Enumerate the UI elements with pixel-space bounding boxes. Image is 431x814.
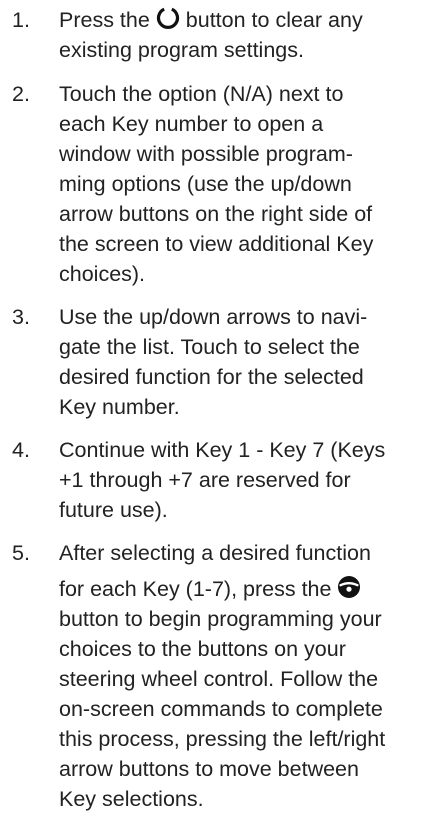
step-line: Continue with Key 1 - Key 7 (Keys: [59, 438, 386, 462]
step-line: Key number.: [59, 395, 180, 419]
step-2: 2. Touch the option (N/A) next to each K…: [0, 79, 431, 289]
step-3: 3. Use the up/down arrows to navi- gate …: [0, 302, 431, 422]
step-line: gate the list. Touch to select the: [59, 335, 360, 359]
step-line: Use the up/down arrows to navi-: [59, 305, 368, 329]
step-number: 1.: [12, 8, 30, 32]
step-1: 1. Press the button to clear any existin…: [0, 5, 431, 65]
step-line: desired function for the selected: [59, 365, 364, 389]
step-line: choices to the buttons on your: [59, 637, 346, 661]
step-line: +1 through +7 are reserved for: [59, 468, 351, 492]
steering-wheel-icon: [337, 575, 361, 599]
step-line: Touch the option (N/A) next to: [59, 82, 344, 106]
step-line: window with possible program-: [59, 142, 353, 166]
step-line: Press the button to clear any: [59, 6, 363, 32]
step-line: on-screen commands to complete: [59, 697, 383, 721]
step-line: each Key number to open a: [59, 112, 324, 136]
step-number: 5.: [12, 541, 30, 565]
step-line: button to begin programming your: [59, 607, 382, 631]
step-line: arrow buttons on the right side of: [59, 202, 373, 226]
instruction-list: 1. Press the button to clear any existin…: [0, 0, 431, 814]
step-number: 4.: [12, 438, 30, 462]
step-line: existing program settings.: [59, 38, 304, 62]
step-line: Key selections.: [59, 787, 204, 811]
step-line: ming options (use the up/down: [59, 172, 352, 196]
step-number: 2.: [12, 82, 30, 106]
step-5: 5. After selecting a desired function fo…: [0, 538, 431, 814]
step-line: steering wheel control. Follow the: [59, 667, 379, 691]
step-line: future use).: [59, 498, 168, 522]
step-line: choices).: [59, 262, 146, 286]
step-line: the screen to view additional Key: [59, 232, 374, 256]
step-line: for each Key (1-7), press the: [59, 574, 425, 604]
power-icon: [156, 6, 180, 30]
step-4: 4. Continue with Key 1 - Key 7 (Keys +1 …: [0, 435, 431, 525]
step-number: 3.: [12, 305, 30, 329]
step-line: After selecting a desired function: [59, 541, 371, 565]
step-line: arrow buttons to move between: [59, 757, 359, 781]
step-line: this process, pressing the left/right: [59, 727, 386, 751]
